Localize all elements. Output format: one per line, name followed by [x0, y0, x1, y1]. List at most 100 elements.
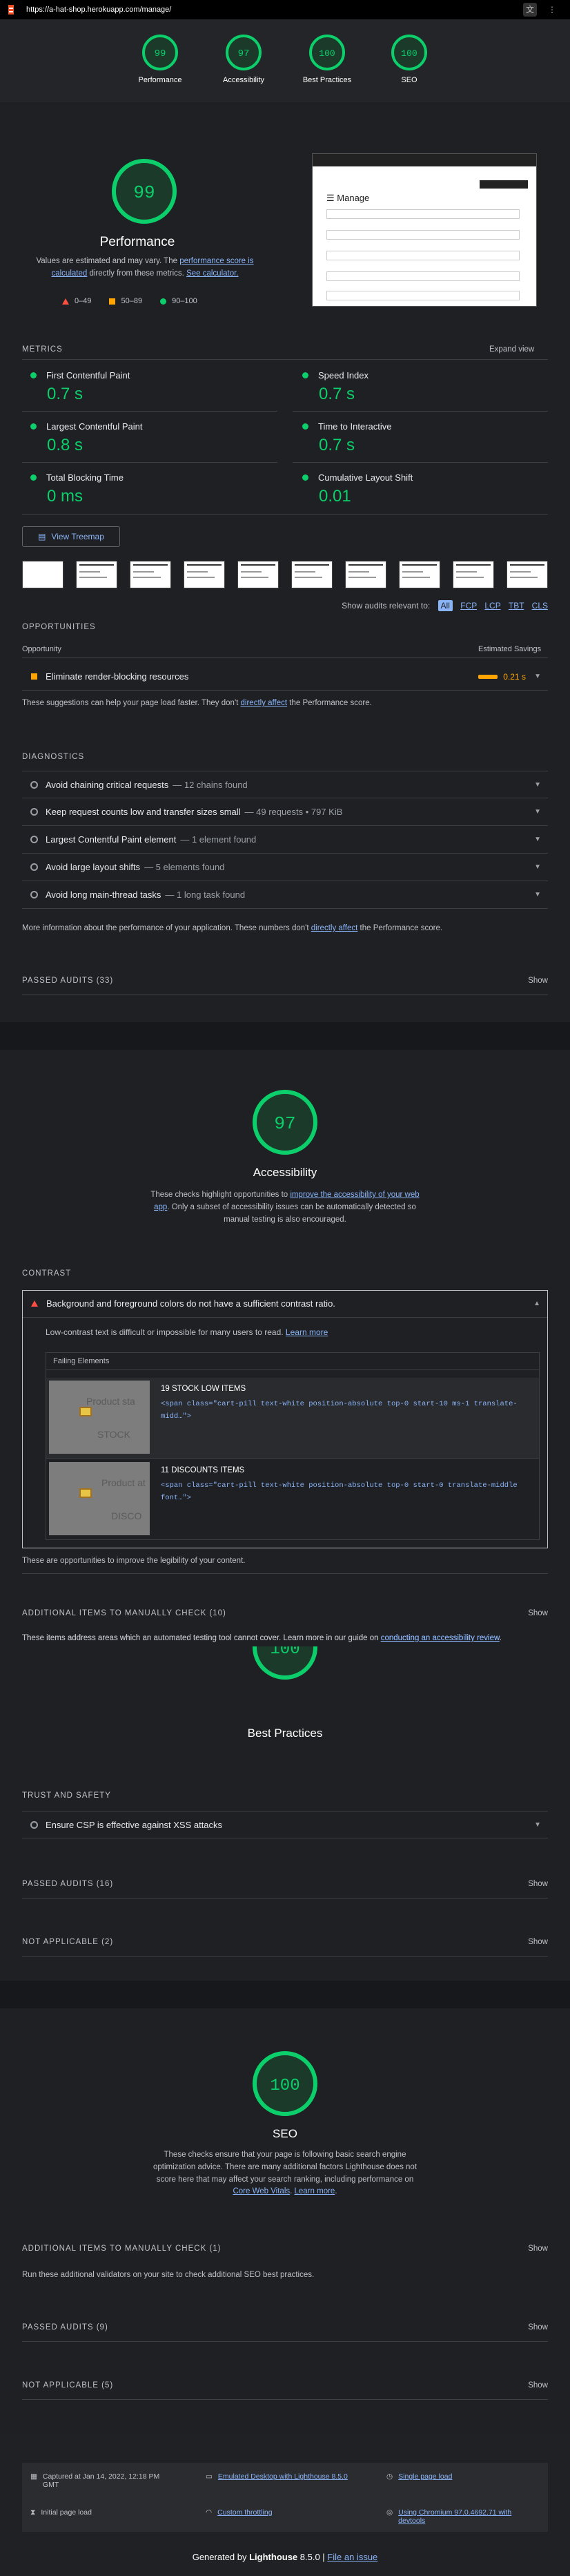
accessibility-title: Accessibility	[253, 1166, 317, 1179]
preview-title: ☰ Manage	[326, 193, 370, 203]
manual-check-group[interactable]: ADDITIONAL ITEMS TO MANUALLY CHECK (1) Sh…	[22, 2245, 548, 2253]
seo-title: SEO	[273, 2127, 297, 2140]
learn-more-link[interactable]: Learn more	[286, 1327, 328, 1337]
preview-field	[326, 230, 520, 240]
diagnostic-item[interactable]: Avoid large layout shifts — 5 elements fo…	[22, 854, 548, 881]
see-calculator-link[interactable]: See calculator.	[186, 269, 238, 278]
savings-bar	[478, 674, 498, 679]
seo-description: These checks ensure that your page is fo…	[153, 2151, 417, 2196]
summary-gauge-accessibility[interactable]: 97 Accessibility	[209, 33, 278, 84]
filter-cls[interactable]: CLS	[532, 601, 548, 611]
throttling: ◠ Custom throttling	[206, 2508, 273, 2517]
pass-circle-icon	[30, 474, 37, 481]
csp-audit[interactable]: Ensure CSP is effective against XSS atta…	[22, 1811, 548, 1838]
diagnostic-item[interactable]: Avoid chaining critical requests — 12 cha…	[22, 771, 548, 798]
diagnostic-item[interactable]: Avoid long main-thread tasks — 1 long tas…	[22, 881, 548, 909]
translate-icon[interactable]: 文	[523, 3, 537, 17]
best-practices-gauge-clip: 100	[251, 1646, 319, 1681]
manual-check-group[interactable]: ADDITIONAL ITEMS TO MANUALLY CHECK (10) S…	[22, 1609, 548, 1617]
contrast-audit[interactable]: Background and foreground colors do not …	[23, 1290, 547, 1318]
preview-field	[326, 209, 520, 219]
lighthouse-logo-icon	[8, 5, 14, 15]
divider	[22, 514, 548, 515]
show-toggle: Show	[528, 1609, 548, 1617]
divider	[22, 994, 548, 995]
filter-all[interactable]: All	[438, 600, 453, 611]
learn-more-link[interactable]: Learn more	[295, 2187, 335, 2195]
accessibility-review-link[interactable]: conducting an accessibility review	[381, 1634, 500, 1642]
chevron-down-icon[interactable]: ▼	[534, 673, 541, 680]
seo-manual-note: Run these additional validators on your …	[22, 2271, 315, 2279]
view-treemap-button[interactable]: ▤ View Treemap	[22, 526, 120, 547]
metric-tbt: Total Blocking Time 0 ms	[30, 472, 293, 506]
core-web-vitals-link[interactable]: Core Web Vitals	[233, 2187, 290, 2195]
best-practices-gauge: 100	[253, 1646, 317, 1680]
summary-score: 100	[319, 48, 335, 59]
opportunity-column: Opportunity	[22, 645, 61, 653]
element-screenshot: Product sta STOCK	[49, 1381, 150, 1454]
filmstrip-frame	[453, 561, 494, 588]
generated-by: Generated by Lighthouse 8.5.0 | File an …	[192, 2552, 378, 2562]
directly-affect-link[interactable]: directly affect	[311, 924, 358, 932]
failing-element-row[interactable]: Product sta STOCK 19 STOCK LOW ITEMS <sp…	[46, 1378, 539, 1458]
not-applicable-group[interactable]: NOT APPLICABLE (2) Show	[22, 1938, 548, 1946]
passed-audits-group[interactable]: PASSED AUDITS (16) Show	[22, 1880, 548, 1888]
more-menu-icon[interactable]: ⋮	[545, 3, 559, 17]
failing-elements-table: Failing Elements Product sta STOCK 19 ST…	[46, 1352, 540, 1540]
score-summary-bar: 99 Performance 97 Accessibility 100 Best…	[0, 19, 570, 102]
diagnostics-note: More information about the performance o…	[22, 924, 443, 932]
filmstrip-frame	[22, 561, 63, 588]
opportunity-render-blocking[interactable]: Eliminate render-blocking resources 0.21…	[22, 663, 548, 691]
url-text[interactable]: https://a-hat-shop.herokuapp.com/manage/	[26, 6, 171, 14]
preview-navbar	[313, 154, 536, 166]
legend-pass: 90–100	[160, 297, 197, 305]
failing-element-name: 19 STOCK LOW ITEMS	[161, 1385, 246, 1393]
diagnostic-item[interactable]: Keep request counts low and transfer siz…	[22, 798, 548, 826]
file-issue-link[interactable]: File an issue	[327, 2552, 377, 2562]
filter-tbt[interactable]: TBT	[509, 601, 524, 611]
monitor-icon: ▭	[206, 2472, 213, 2481]
chromium-version: ◎ Using Chromium 97.0.4692.71 with devtoo…	[386, 2508, 512, 2525]
failing-element-row[interactable]: Product at DISCO 11 DISCOUNTS ITEMS <spa…	[46, 1459, 539, 1539]
directly-affect-link[interactable]: directly affect	[241, 699, 288, 707]
accessibility-gauge: 97	[253, 1090, 317, 1155]
timer-icon: ◷	[386, 2472, 393, 2481]
single-page-load: ◷ Single page load	[386, 2472, 453, 2481]
summary-score: 97	[238, 48, 250, 59]
info-circle-icon	[30, 780, 38, 789]
divider	[293, 462, 548, 463]
not-applicable-group[interactable]: NOT APPLICABLE (5) Show	[22, 2381, 548, 2390]
contrast-note: These are opportunities to improve the l…	[22, 1557, 246, 1565]
divider	[293, 411, 548, 412]
filmstrip-frame	[399, 561, 440, 588]
summary-label: SEO	[401, 76, 417, 84]
filmstrip-frame	[291, 561, 333, 588]
chevron-down-icon: ▼	[534, 891, 541, 898]
diagnostic-item[interactable]: Largest Contentful Paint element — 1 elem…	[22, 826, 548, 854]
summary-gauge-best-practices[interactable]: 100 Best Practices	[293, 33, 362, 84]
score-legend: 0–49 50–89 90–100	[62, 297, 197, 305]
pass-circle-icon	[302, 372, 308, 378]
divider	[22, 1898, 548, 1899]
summary-gauge-seo[interactable]: 100 SEO	[375, 33, 444, 84]
captured-at: ▦ Captured at Jan 14, 2022, 12:18 PM GMT	[30, 2472, 160, 2489]
failing-elements-header: Failing Elements	[53, 1357, 110, 1365]
chevron-down-icon: ▼	[534, 1820, 541, 1829]
passed-audits-group[interactable]: PASSED AUDITS (9) Show	[22, 2323, 548, 2332]
summary-gauge-performance[interactable]: 99 Performance	[126, 33, 195, 84]
diagnostics-header: DIAGNOSTICS	[22, 753, 85, 761]
lighthouse-brand: Lighthouse	[249, 2552, 298, 2562]
contrast-header: CONTRAST	[22, 1269, 72, 1278]
chevron-up-icon[interactable]: ▲	[533, 1300, 540, 1307]
filter-fcp[interactable]: FCP	[460, 601, 477, 611]
passed-audits-group[interactable]: PASSED AUDITS (33) Show	[22, 977, 548, 985]
failing-element-name: 11 DISCOUNTS ITEMS	[161, 1466, 245, 1474]
accessibility-description: These checks highlight opportunities to …	[150, 1191, 420, 1224]
show-toggle: Show	[528, 977, 548, 985]
expand-view-toggle[interactable]: Expand view	[489, 345, 534, 354]
filter-lcp[interactable]: LCP	[484, 601, 500, 611]
show-toggle: Show	[528, 2245, 548, 2253]
chevron-down-icon: ▼	[534, 808, 541, 816]
failing-element-code: <span class="cart-pill text-white positi…	[161, 1400, 518, 1421]
average-square-icon	[30, 673, 37, 680]
